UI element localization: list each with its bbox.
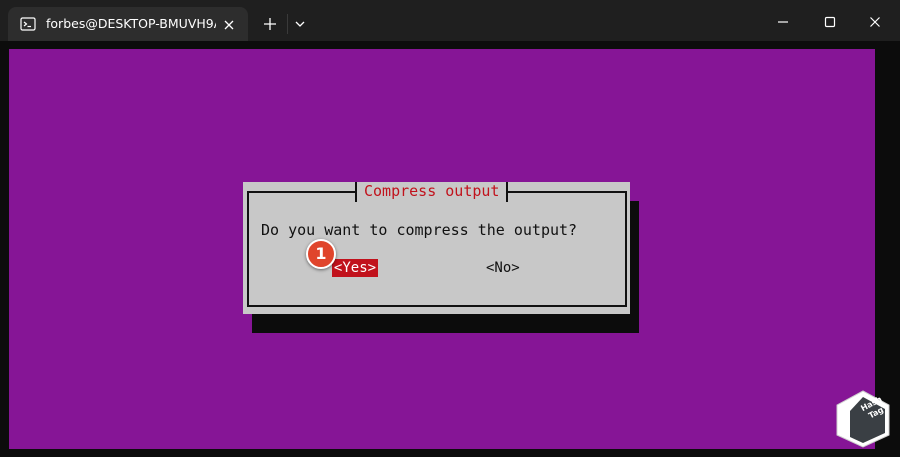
minimize-button[interactable] (760, 10, 806, 34)
terminal-icon (20, 16, 36, 32)
dialog-title: Compress output (355, 182, 509, 202)
terminal-tab[interactable]: forbes@DESKTOP-BMUVH9A: (8, 7, 248, 41)
close-window-button[interactable] (852, 10, 898, 34)
dialog-message: Do you want to compress the output? (261, 221, 578, 239)
scrollbar[interactable] (885, 50, 893, 446)
minimize-icon (778, 21, 788, 23)
no-button[interactable]: <No> (486, 259, 520, 277)
step-marker: 1 (306, 239, 336, 269)
maximize-button[interactable] (807, 10, 853, 34)
maximize-icon (824, 16, 836, 28)
hashtag-logo: Hash Tag (834, 389, 892, 449)
chevron-down-icon[interactable] (293, 16, 307, 30)
close-icon (870, 17, 880, 27)
dialog-frame (247, 191, 627, 307)
close-tab-icon[interactable] (222, 17, 236, 31)
tab-title: forbes@DESKTOP-BMUVH9A: (46, 16, 216, 31)
divider (287, 14, 288, 34)
compress-dialog: Compress output Do you want to compress … (243, 182, 630, 314)
yes-button[interactable]: <Yes> (332, 259, 378, 277)
plus-icon[interactable] (262, 16, 278, 32)
